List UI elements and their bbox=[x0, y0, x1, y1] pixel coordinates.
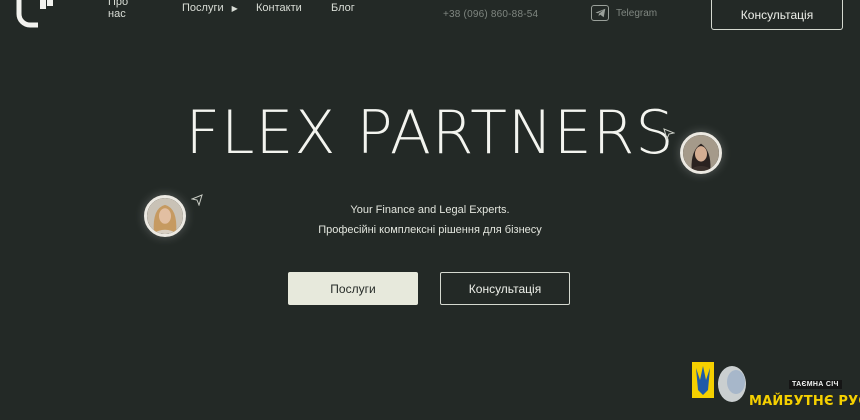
chevron-right-icon: ▶ bbox=[231, 3, 238, 13]
hero-subtagline: Професійні комплексні рішення для бізнес… bbox=[318, 224, 542, 236]
logo-icon[interactable] bbox=[16, 0, 54, 30]
avatar bbox=[680, 132, 722, 174]
watermark-text: МАЙБУТНЄ РУСІ bbox=[749, 394, 860, 409]
nav-item-services-label: Послуги bbox=[182, 2, 224, 14]
cursor-pointer-icon bbox=[663, 128, 675, 140]
services-button[interactable]: Послуги bbox=[288, 272, 418, 305]
watermark-label: ТАЄМНА СІЧ bbox=[789, 380, 842, 389]
phone-link[interactable]: +38 (096) 860-88-54 bbox=[443, 9, 538, 20]
nav-item-services[interactable]: Послуги ▶ bbox=[182, 2, 238, 14]
telegram-label: Telegram bbox=[616, 7, 658, 19]
hero-tagline: Your Finance and Legal Experts. bbox=[350, 204, 510, 216]
consultation-header-button[interactable]: Консультація bbox=[711, 0, 843, 30]
hero-title: FLEX PARTNERS bbox=[185, 98, 675, 168]
telegram-icon bbox=[591, 5, 609, 21]
nav-item-blog[interactable]: Блог bbox=[331, 2, 355, 14]
telegram-link[interactable]: Telegram bbox=[591, 5, 657, 21]
consultation-button[interactable]: Консультація bbox=[440, 272, 570, 305]
nav-item-contacts[interactable]: Контакти bbox=[256, 2, 302, 14]
nav-item-about[interactable]: Про нас bbox=[108, 0, 128, 20]
page: Про нас Послуги ▶ Контакти Блог +38 (096… bbox=[0, 0, 860, 420]
